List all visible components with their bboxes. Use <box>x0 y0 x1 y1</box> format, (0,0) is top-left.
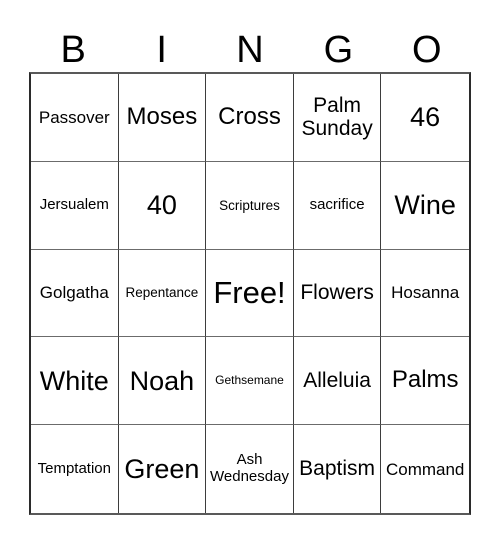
bingo-card: B I N G O Passover Moses Cross Palm Sunday 4… <box>0 0 500 544</box>
bingo-cell[interactable]: sacrifice <box>293 161 382 250</box>
bingo-header-letter-o: O <box>412 29 442 71</box>
bingo-cell-label: sacrifice <box>309 195 365 213</box>
bingo-cell[interactable]: Command <box>381 425 469 513</box>
bingo-cell-label: Hosanna <box>391 283 460 303</box>
bingo-header-letter-i: I <box>156 29 167 71</box>
bingo-cell[interactable]: Alleluia <box>293 337 382 426</box>
bingo-cell[interactable]: Temptation <box>31 425 119 513</box>
bingo-header-letter-b: B <box>60 29 86 71</box>
bingo-cell[interactable]: Palm Sunday <box>293 74 382 162</box>
bingo-cell-label: Wine <box>394 190 456 221</box>
bingo-cell-label: Noah <box>129 365 195 396</box>
bingo-cell-label: White <box>39 365 109 396</box>
bingo-cell[interactable]: Scriptures <box>206 161 294 250</box>
bingo-cell-label: Flowers <box>300 281 374 305</box>
bingo-cell[interactable]: Noah <box>118 337 207 426</box>
bingo-cell[interactable]: Flowers <box>293 249 382 338</box>
bingo-cell[interactable]: Baptism <box>293 425 382 513</box>
bingo-cell[interactable]: Ash Wednesday <box>206 425 294 513</box>
bingo-cell-label: 40 <box>146 190 177 221</box>
bingo-cell-free[interactable]: Free! <box>206 249 294 338</box>
bingo-cell[interactable]: Passover <box>31 74 119 162</box>
bingo-cell[interactable]: Green <box>118 425 207 513</box>
bingo-cell-label: Cross <box>218 102 281 130</box>
bingo-cell-label: Palms <box>391 366 459 394</box>
bingo-cell-label: Command <box>385 459 465 479</box>
bingo-cell-label: Free! <box>213 274 286 310</box>
bingo-cell-label: Repentance <box>125 285 199 301</box>
bingo-cell-label: Temptation <box>37 459 111 477</box>
bingo-cell[interactable]: Palms <box>381 337 469 426</box>
bingo-cell-label: Gethsemane <box>215 373 284 388</box>
bingo-cell-label: Baptism <box>299 457 376 481</box>
bingo-cell[interactable]: 46 <box>381 74 469 162</box>
bingo-cell-label: Scriptures <box>219 197 280 213</box>
bingo-cell[interactable]: Hosanna <box>381 249 469 338</box>
bingo-cell[interactable]: Moses <box>118 74 207 162</box>
bingo-cell[interactable]: Cross <box>206 74 294 162</box>
bingo-cell-label: Alleluia <box>303 369 371 393</box>
bingo-cell-label: Moses <box>126 102 198 130</box>
bingo-cell-label: Green <box>124 453 200 484</box>
bingo-cell-label: Palm Sunday <box>301 93 373 141</box>
bingo-cell-label: Passover <box>38 107 110 127</box>
bingo-header-row: B I N G O <box>29 20 471 72</box>
bingo-grid: Passover Moses Cross Palm Sunday 46 Jersualem… <box>29 72 471 515</box>
bingo-cell[interactable]: Repentance <box>118 249 207 338</box>
bingo-cell[interactable]: Golgatha <box>31 249 119 338</box>
bingo-cell[interactable]: Wine <box>381 161 469 250</box>
bingo-cell-label: Ash Wednesday <box>210 451 289 486</box>
bingo-cell-label: Jersualem <box>39 195 109 213</box>
bingo-cell[interactable]: 40 <box>118 161 207 250</box>
bingo-header-letter-g: G <box>323 29 354 71</box>
bingo-cell-label: Golgatha <box>39 283 109 303</box>
bingo-cell[interactable]: Jersualem <box>31 161 119 250</box>
bingo-header-letter-n: N <box>236 29 264 71</box>
bingo-cell[interactable]: Gethsemane <box>206 337 294 426</box>
bingo-cell-label: 46 <box>410 102 441 133</box>
bingo-cell[interactable]: White <box>31 337 119 426</box>
